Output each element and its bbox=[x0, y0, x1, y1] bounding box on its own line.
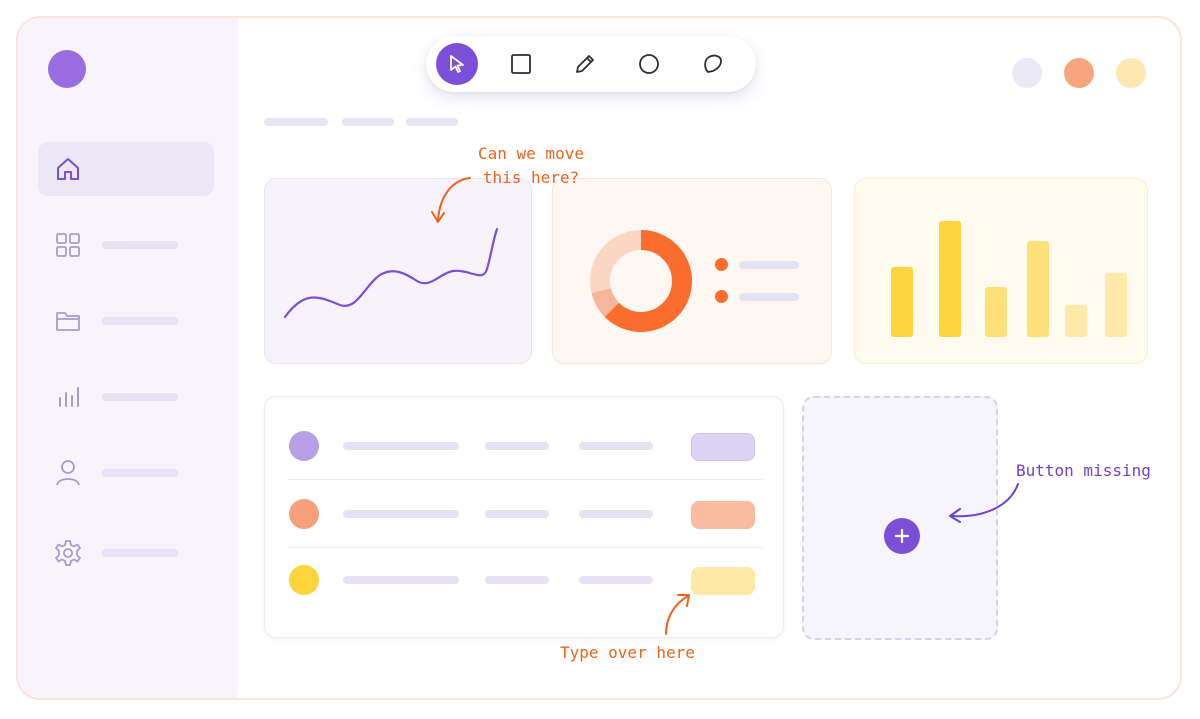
color-swatch-yellow[interactable] bbox=[1116, 58, 1146, 88]
home-icon bbox=[54, 155, 82, 183]
bar-chart-card[interactable] bbox=[854, 178, 1148, 364]
annotation-arrow-missing bbox=[949, 483, 1019, 523]
sidebar-item-label-placeholder bbox=[102, 549, 178, 557]
sidebar bbox=[18, 18, 238, 698]
sidebar-item-label-placeholder bbox=[102, 393, 178, 401]
folder-icon bbox=[54, 307, 82, 335]
bar bbox=[1065, 305, 1087, 337]
color-swatch-peach[interactable] bbox=[1064, 58, 1094, 88]
breadcrumb-placeholder[interactable] bbox=[406, 118, 458, 126]
lasso-icon bbox=[704, 54, 722, 73]
cursor-icon bbox=[450, 55, 464, 73]
drawing-toolbar bbox=[426, 36, 756, 92]
annotation-arrow-move bbox=[431, 177, 471, 223]
circle-tool-button[interactable] bbox=[628, 43, 670, 85]
cell-placeholder bbox=[343, 510, 459, 518]
annotation-missing: Button missing bbox=[1016, 461, 1151, 480]
breadcrumb-placeholder[interactable] bbox=[264, 118, 328, 126]
add-widget-button[interactable] bbox=[884, 518, 920, 554]
bar bbox=[891, 267, 913, 337]
pencil-icon bbox=[576, 55, 594, 73]
cursor-tool-button[interactable] bbox=[436, 43, 478, 85]
status-badge[interactable] bbox=[691, 567, 755, 595]
status-badge[interactable] bbox=[691, 433, 755, 461]
sidebar-item-grid[interactable] bbox=[38, 218, 214, 272]
color-swatch-lavender[interactable] bbox=[1012, 58, 1042, 88]
sidebar-item-home[interactable] bbox=[38, 142, 214, 196]
sidebar-item-label-placeholder bbox=[102, 317, 178, 325]
row-avatar bbox=[289, 565, 319, 595]
donut-chart bbox=[590, 230, 692, 332]
legend-dot bbox=[715, 290, 728, 303]
circle-icon bbox=[639, 54, 659, 74]
table-card bbox=[264, 396, 784, 638]
user-icon bbox=[54, 459, 82, 487]
table-row[interactable] bbox=[287, 413, 763, 479]
plus-icon bbox=[894, 528, 910, 544]
bar bbox=[1105, 273, 1127, 337]
bar bbox=[1027, 241, 1049, 337]
bar bbox=[985, 287, 1007, 337]
status-badge[interactable] bbox=[691, 501, 755, 529]
cell-placeholder bbox=[579, 576, 653, 584]
legend-label-placeholder bbox=[739, 293, 799, 301]
cell-placeholder bbox=[343, 442, 459, 450]
square-tool-button[interactable] bbox=[500, 43, 542, 85]
avatar[interactable] bbox=[48, 50, 86, 88]
app-window bbox=[16, 16, 1182, 700]
square-icon bbox=[511, 54, 531, 74]
sidebar-item-user[interactable] bbox=[38, 446, 214, 500]
sidebar-item-stats[interactable] bbox=[38, 370, 214, 424]
row-avatar bbox=[289, 431, 319, 461]
breadcrumb-placeholder[interactable] bbox=[342, 118, 394, 126]
annotation-move: Can we move this here? bbox=[478, 144, 584, 187]
pencil-tool-button[interactable] bbox=[564, 43, 606, 85]
grid-icon bbox=[54, 231, 82, 259]
row-avatar bbox=[289, 499, 319, 529]
sidebar-item-label-placeholder bbox=[102, 241, 178, 249]
cell-placeholder bbox=[485, 510, 549, 518]
bar bbox=[939, 221, 961, 337]
cell-placeholder bbox=[343, 576, 459, 584]
cell-placeholder bbox=[485, 442, 549, 450]
legend-dot bbox=[715, 258, 728, 271]
line-chart bbox=[283, 227, 499, 319]
sidebar-item-label-placeholder bbox=[102, 469, 178, 477]
lasso-tool-button[interactable] bbox=[692, 43, 734, 85]
sidebar-item-settings[interactable] bbox=[38, 526, 214, 580]
legend-label-placeholder bbox=[739, 261, 799, 269]
donut-chart-card[interactable] bbox=[552, 178, 832, 364]
annotation-arrow-type bbox=[665, 594, 690, 635]
line-chart-card[interactable] bbox=[264, 178, 532, 364]
cell-placeholder bbox=[485, 576, 549, 584]
cell-placeholder bbox=[579, 442, 653, 450]
cell-placeholder bbox=[579, 510, 653, 518]
gear-icon bbox=[54, 539, 82, 567]
line-chart-series bbox=[283, 227, 499, 319]
sidebar-item-folder[interactable] bbox=[38, 294, 214, 348]
table-row[interactable] bbox=[287, 481, 763, 547]
row-divider bbox=[287, 479, 763, 480]
bar-chart-icon bbox=[54, 383, 82, 411]
annotation-type: Type over here bbox=[560, 643, 695, 662]
